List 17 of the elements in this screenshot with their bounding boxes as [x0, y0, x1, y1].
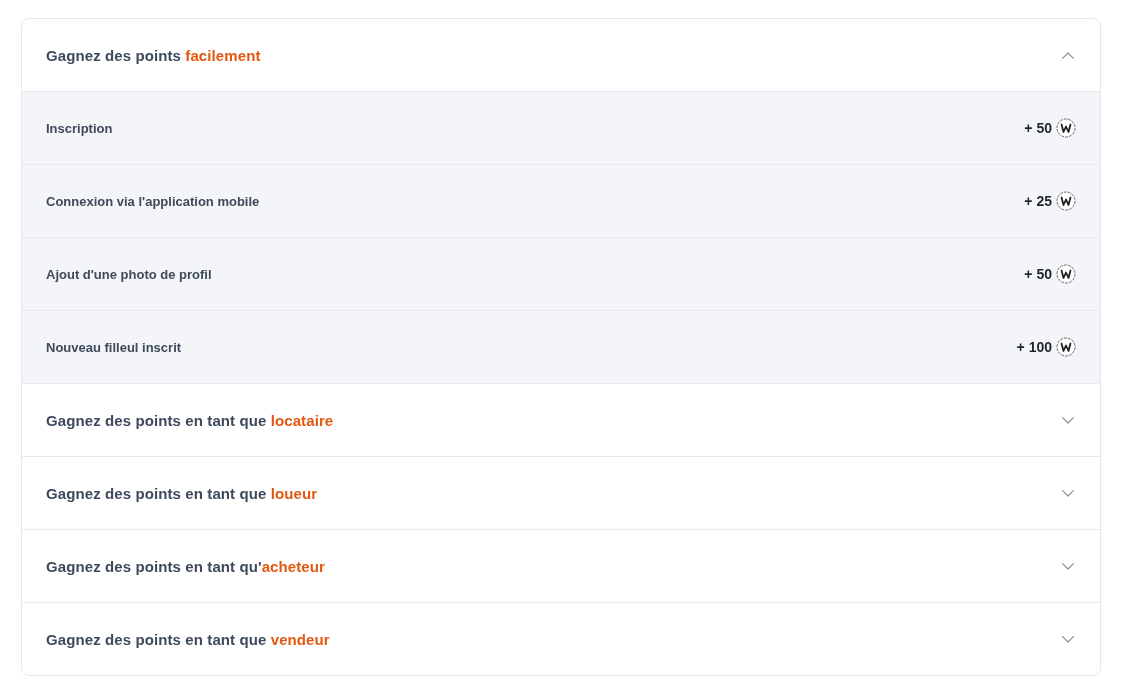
coin-icon — [1056, 264, 1076, 284]
points-value: + 50 — [1024, 266, 1052, 282]
section-heading: Gagnez des points en tant que loueur — [46, 484, 318, 502]
coin-icon — [1056, 118, 1076, 138]
section-heading: Gagnez des points facilement — [46, 46, 261, 64]
reward-label: Ajout d'une photo de profil — [46, 266, 212, 282]
reward-label: Connexion via l'application mobile — [46, 193, 260, 209]
points-value: + 100 — [1016, 339, 1052, 355]
coin-icon — [1056, 337, 1076, 357]
points-value: + 25 — [1024, 193, 1052, 209]
coin-icon — [1056, 191, 1076, 211]
section-heading: Gagnez des points en tant qu'acheteur — [46, 557, 325, 575]
reward-label: Inscription — [46, 120, 113, 136]
reward-label: Nouveau filleul inscrit — [46, 339, 182, 355]
section-heading: Gagnez des points en tant que locataire — [46, 411, 334, 429]
points-value: + 50 — [1024, 120, 1052, 136]
section-heading: Gagnez des points en tant que vendeur — [46, 630, 330, 648]
